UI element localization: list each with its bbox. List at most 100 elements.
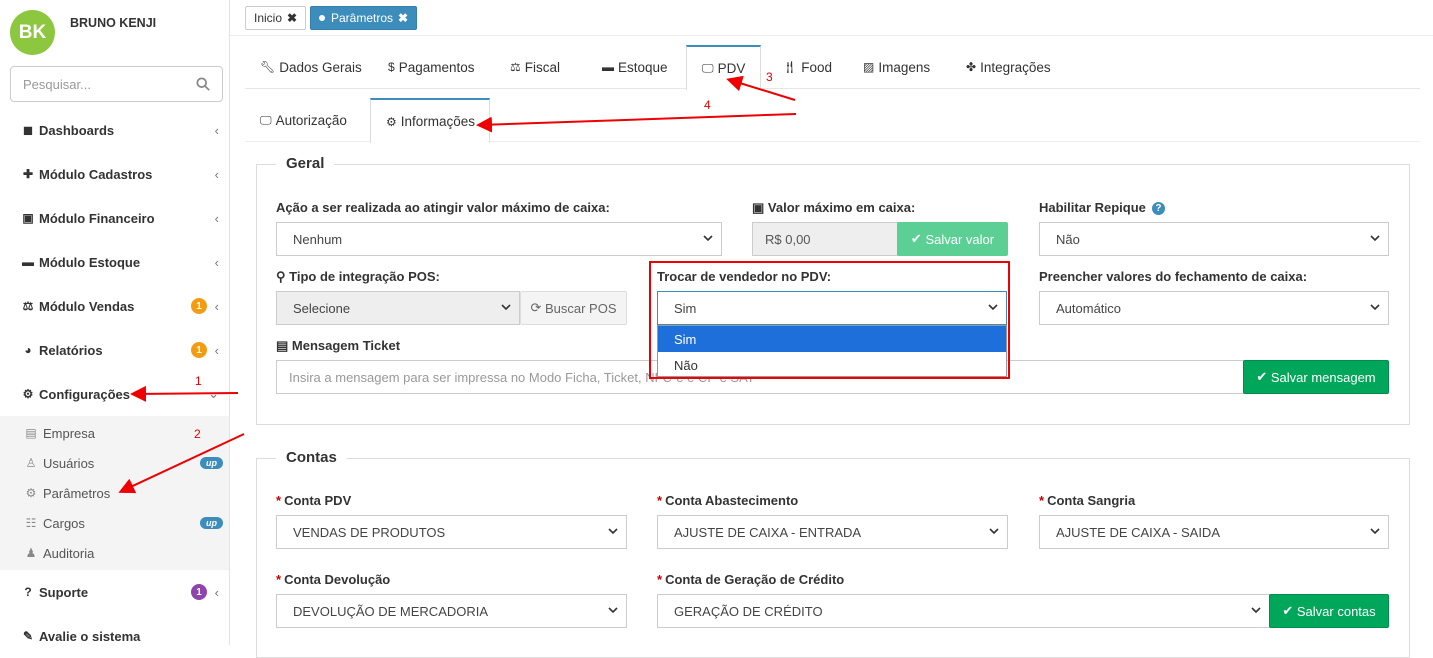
help-icon[interactable]: ? bbox=[1151, 202, 1165, 216]
badge: 1 bbox=[191, 298, 207, 314]
tab-dados-gerais[interactable]: 🔧︎ Dados Gerais bbox=[245, 45, 377, 89]
sidebar-item-label: Cargos bbox=[43, 515, 85, 531]
salvar-valor-button[interactable]: ✔ Salvar valor bbox=[897, 222, 1008, 256]
sidebar-item-financeiro[interactable]: ▣ Módulo Financeiro ‹ bbox=[0, 196, 229, 240]
chevron-down-icon bbox=[1251, 607, 1261, 614]
input-value: R$ 0,00 bbox=[765, 231, 811, 247]
conta-abastecimento-select[interactable]: AJUSTE DE CAIXA - ENTRADA bbox=[657, 515, 1008, 549]
search-input[interactable]: Pesquisar... bbox=[10, 66, 223, 102]
sidebar-subitem-auditoria[interactable]: ♟ Auditoria bbox=[0, 538, 229, 568]
check-icon: ✔ bbox=[1256, 369, 1271, 384]
tab-label: Estoque bbox=[618, 59, 668, 75]
tab-label: Imagens bbox=[878, 59, 931, 75]
tab-label: PDV bbox=[717, 61, 746, 76]
trocar-vendedor-select[interactable]: Sim bbox=[657, 291, 1007, 325]
balance-icon: ⚖ bbox=[510, 60, 521, 74]
field-label-text: Conta Sangria bbox=[1047, 493, 1136, 508]
sidebar: BK BRUNO KENJI Pesquisar... ◼ Dashboards ‹… bbox=[0, 0, 230, 645]
plug-icon: ⚲ bbox=[276, 269, 290, 284]
sidebar-item-label: Parâmetros bbox=[43, 485, 111, 501]
sidebar-item-relatorios[interactable]: ◕ Relatórios 1 ‹ bbox=[0, 328, 229, 372]
tab-label: Dados Gerais bbox=[279, 59, 362, 75]
tab-label: Inicio bbox=[254, 11, 283, 25]
tab-inicio[interactable]: Inicio ✖ bbox=[245, 6, 307, 30]
dollar-icon: $ bbox=[388, 60, 395, 74]
balance-icon: ⚖ bbox=[22, 299, 34, 313]
sidebar-item-vendas[interactable]: ⚖ Módulo Vendas 1 ‹ bbox=[0, 284, 229, 328]
question-icon: ? bbox=[24, 585, 32, 599]
close-icon[interactable]: ✖ bbox=[287, 11, 297, 25]
sidebar-subitem-parametros[interactable]: ⚙ Parâmetros bbox=[0, 478, 229, 508]
sidebar-item-label: Auditoria bbox=[43, 545, 95, 561]
sidebar-item-avalie[interactable]: ✎ Avalie o sistema bbox=[0, 614, 229, 658]
tab-food[interactable]: 🍴︎ Food bbox=[767, 45, 847, 89]
conta-devolucao-select[interactable]: DEVOLUÇÃO DE MERCADORIA bbox=[276, 594, 627, 628]
cash-icon: ▣ bbox=[752, 200, 768, 215]
field-label: ▣ Valor máximo em caixa: bbox=[752, 200, 915, 216]
field-label: * Conta Devolução bbox=[276, 572, 390, 587]
select-value: GERAÇÃO DE CRÉDITO bbox=[674, 603, 823, 619]
salvar-mensagem-button[interactable]: ✔ Salvar mensagem bbox=[1243, 360, 1389, 394]
select-value: DEVOLUÇÃO DE MERCADORIA bbox=[293, 603, 489, 619]
dropdown-option-nao[interactable]: Não bbox=[658, 352, 1006, 378]
search-placeholder: Pesquisar... bbox=[23, 76, 91, 92]
tab-pdv[interactable]: 🖵︎ PDV bbox=[686, 45, 762, 90]
tab-imagens[interactable]: ▨ Imagens bbox=[848, 45, 945, 89]
wrench-icon: 🔧︎ bbox=[260, 60, 276, 74]
sidebar-item-label: Avalie o sistema bbox=[39, 628, 141, 644]
salvar-contas-button[interactable]: ✔ Salvar contas bbox=[1269, 594, 1389, 628]
tab-pagamentos[interactable]: $ Pagamentos bbox=[373, 45, 490, 89]
tab-estoque[interactable]: ▬ Estoque bbox=[587, 45, 683, 89]
sidebar-item-label: Empresa bbox=[43, 425, 96, 441]
tab-autorizacao[interactable]: 🖵︎ Autorização bbox=[245, 98, 362, 142]
tab-fiscal[interactable]: ⚖ Fiscal bbox=[495, 45, 575, 89]
conta-pdv-select[interactable]: VENDAS DE PRODUTOS bbox=[276, 515, 627, 549]
chevron-down-icon bbox=[608, 528, 618, 535]
valor-maximo-input[interactable]: R$ 0,00 bbox=[752, 222, 898, 256]
sidebar-subitem-usuarios[interactable]: ♙ Usuários up bbox=[0, 448, 229, 478]
sidebar-subitem-cargos[interactable]: ☷ Cargos up bbox=[0, 508, 229, 538]
sidebar-item-estoque[interactable]: ▬ Módulo Estoque ‹ bbox=[0, 240, 229, 284]
sidebar-item-dashboards[interactable]: ◼ Dashboards ‹ bbox=[0, 108, 229, 152]
conta-credito-select[interactable]: GERAÇÃO DE CRÉDITO bbox=[657, 594, 1270, 628]
sidebar-item-label: Suporte bbox=[39, 584, 89, 600]
user-icon: ♙ bbox=[25, 456, 37, 470]
sidebar-item-suporte[interactable]: ? Suporte 1 ‹ bbox=[0, 570, 229, 614]
field-label-text: Mensagem Ticket bbox=[291, 338, 401, 353]
close-icon[interactable]: ✖ bbox=[398, 11, 408, 25]
bullhorn-icon: ✎ bbox=[22, 629, 34, 643]
chevron-down-icon bbox=[1370, 528, 1380, 535]
sitemap-icon: ☷ bbox=[25, 516, 37, 530]
dashboard-icon: ◼ bbox=[23, 123, 33, 137]
select-value: Automático bbox=[1056, 300, 1122, 316]
field-label-text: Conta de Geração de Crédito bbox=[665, 572, 845, 587]
check-icon: ✔ bbox=[910, 231, 926, 246]
sidebar-item-label: Usuários bbox=[43, 455, 95, 471]
preencher-select[interactable]: Automático bbox=[1039, 291, 1389, 325]
tab-parametros[interactable]: Parâmetros ✖ bbox=[310, 6, 418, 30]
pos-select[interactable]: Selecione bbox=[276, 291, 520, 325]
building-icon: ▤ bbox=[25, 426, 37, 440]
chevron-left-icon: ‹ bbox=[214, 210, 219, 226]
tab-integracoes[interactable]: ✤ Integrações bbox=[951, 45, 1066, 89]
field-label: Habilitar Repique? bbox=[1039, 200, 1165, 216]
acao-select[interactable]: Nenhum bbox=[276, 222, 722, 256]
sidebar-item-cadastros[interactable]: ✚ Módulo Cadastros ‹ bbox=[0, 152, 229, 196]
required-marker: * bbox=[1039, 493, 1045, 508]
field-label: * Conta Sangria bbox=[1039, 493, 1135, 508]
tab-label: Fiscal bbox=[524, 59, 561, 75]
field-label-text: Conta PDV bbox=[284, 493, 352, 508]
chevron-left-icon: ‹ bbox=[214, 254, 219, 270]
chevron-down-icon bbox=[703, 235, 713, 242]
field-label: ▤ Mensagem Ticket bbox=[276, 338, 400, 354]
field-label: Trocar de vendedor no PDV: bbox=[657, 269, 832, 284]
conta-sangria-select[interactable]: AJUSTE DE CAIXA - SAIDA bbox=[1039, 515, 1389, 549]
avatar[interactable]: BK bbox=[10, 10, 55, 55]
buscar-pos-button[interactable]: ⟳ Buscar POS bbox=[520, 291, 627, 325]
dropdown-option-sim[interactable]: Sim bbox=[658, 326, 1006, 352]
tab-informacoes[interactable]: ⚙ Informações bbox=[370, 98, 490, 143]
search-icon[interactable] bbox=[196, 77, 210, 91]
plus-icon: ✚ bbox=[22, 167, 34, 181]
required-marker: * bbox=[276, 493, 282, 508]
repique-select[interactable]: Não bbox=[1039, 222, 1389, 256]
